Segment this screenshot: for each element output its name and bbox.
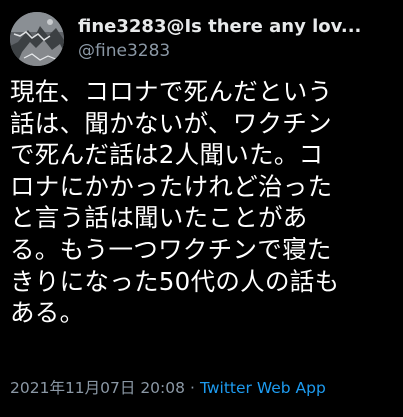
avatar[interactable]	[10, 12, 64, 66]
source-app-link[interactable]: Twitter Web App	[200, 379, 326, 397]
tweet-text-line: ある。	[10, 298, 85, 328]
tweet-timestamp[interactable]: 2021年11月07日 20:08	[10, 379, 185, 397]
tweet-text: 現在、コロナで死んだという 話は、聞かないが、ワクチン で死んだ話は2人聞いた。…	[10, 76, 396, 329]
tweet-text-line: 現在、コロナで死んだという	[10, 77, 333, 106]
tweet-card: fine3283@Is there any lov... @fine3283 現…	[0, 0, 403, 417]
display-name[interactable]: fine3283@Is there any lov...	[78, 16, 393, 38]
tweet-text-line: と言う話は聞いたことがあ	[10, 203, 308, 233]
tweet-metadata: 2021年11月07日 20:08 · Twitter Web App	[10, 378, 400, 398]
tweet-header: fine3283@Is there any lov... @fine3283	[10, 10, 393, 66]
tweet-text-line: る。もう一つワクチンで寝た	[10, 234, 332, 264]
tweet-text-line: きりになった50代の人の話も	[10, 266, 340, 296]
user-info: fine3283@Is there any lov... @fine3283	[78, 16, 393, 62]
meta-separator: ·	[190, 379, 195, 397]
tweet-text-line: 話は、聞かないが、ワクチン	[10, 108, 332, 138]
tweet-text-line: ロナにかかったけれど治った	[10, 171, 333, 201]
user-handle[interactable]: @fine3283	[78, 40, 393, 62]
profile-photo-avatar-icon	[10, 12, 64, 66]
tweet-text-line: で死んだ話は2人聞いた。コ	[10, 140, 324, 170]
